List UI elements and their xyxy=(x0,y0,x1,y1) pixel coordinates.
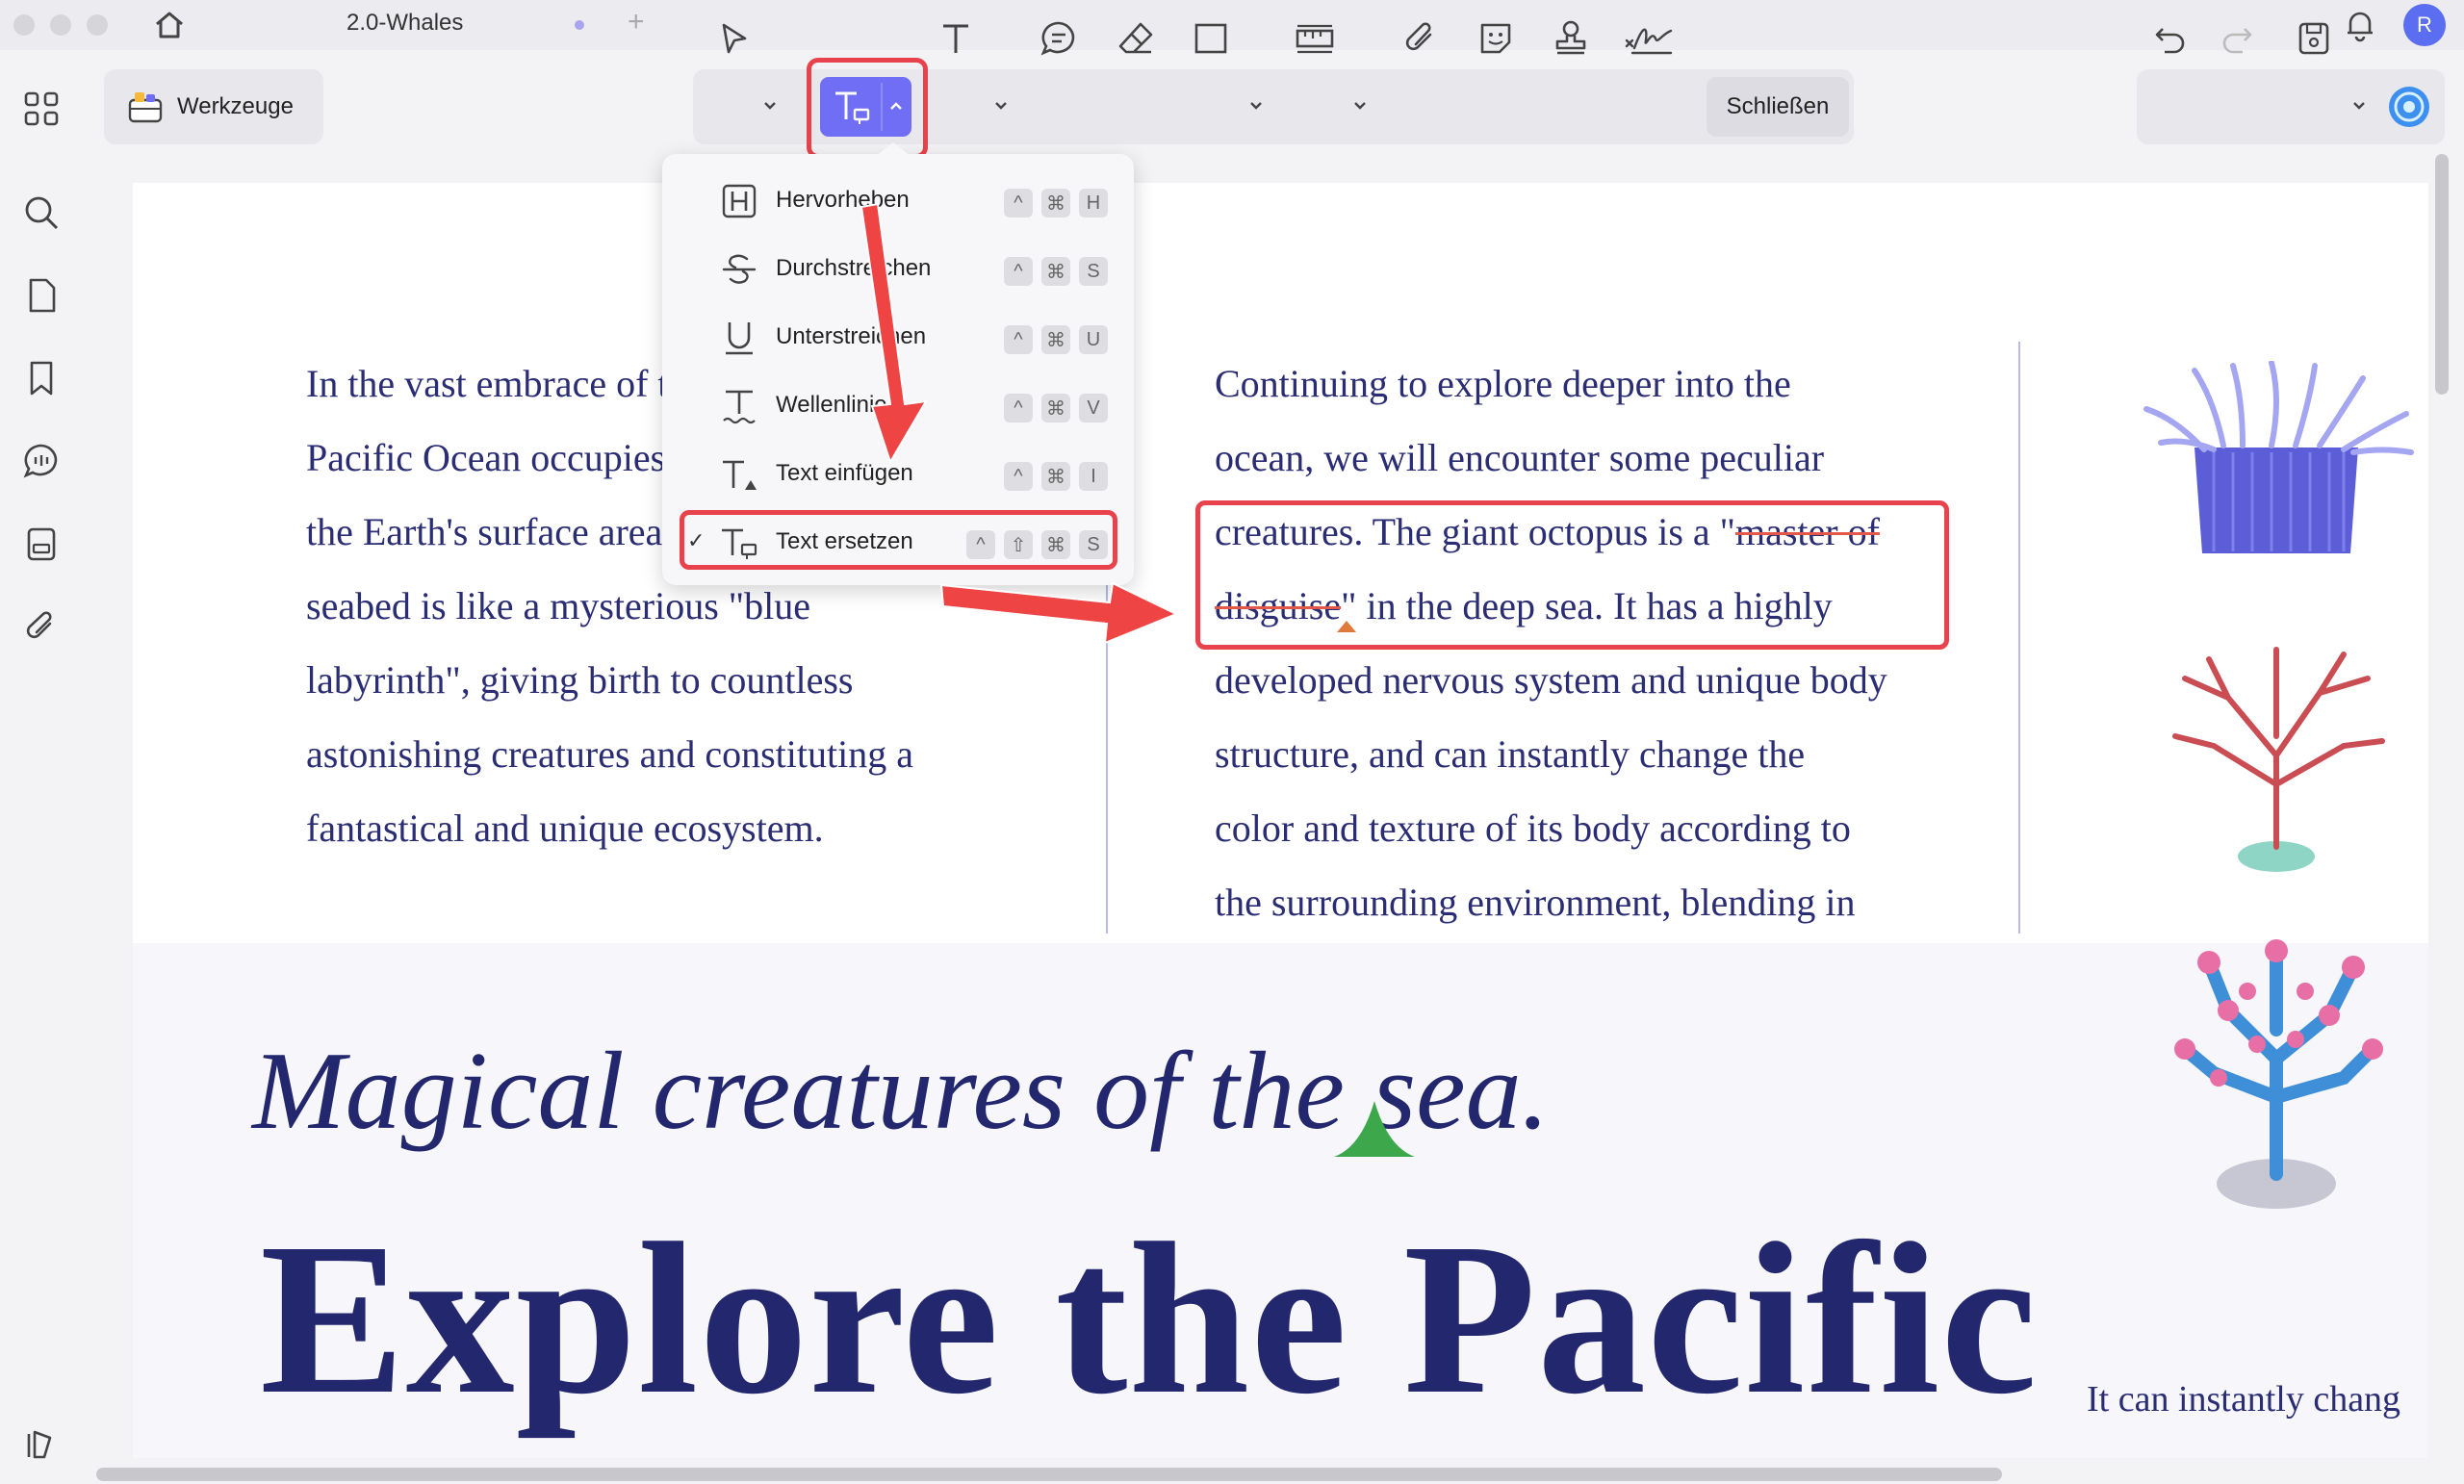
down-arrow-icon xyxy=(860,202,928,465)
right-arrow-icon xyxy=(939,581,1179,645)
annotation-arrows xyxy=(860,202,1179,645)
vertical-scrollbar[interactable] xyxy=(2435,154,2449,395)
horizontal-scrollbar[interactable] xyxy=(96,1468,2002,1481)
